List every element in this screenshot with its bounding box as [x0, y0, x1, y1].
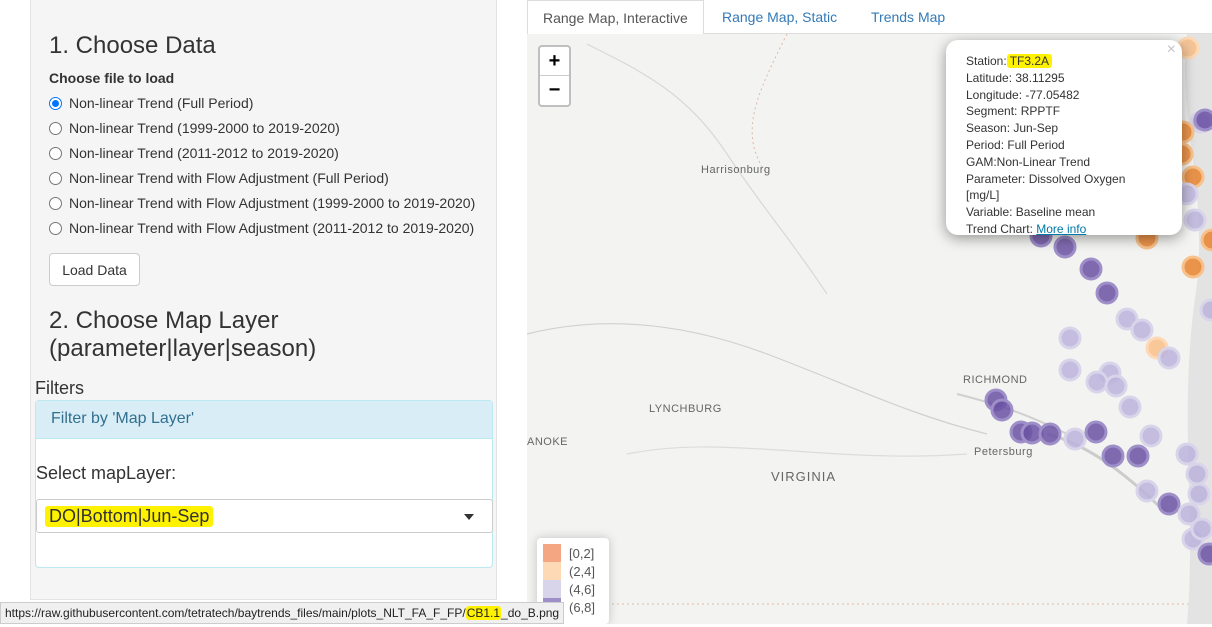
radio-button[interactable] — [49, 146, 62, 160]
close-icon[interactable]: × — [1167, 41, 1176, 59]
radio-button[interactable] — [49, 121, 62, 135]
station-marker[interactable] — [1157, 492, 1181, 516]
tab-range-map-interactive[interactable]: Range Map, Interactive — [527, 0, 704, 35]
radio-option-1[interactable]: Non-linear Trend (Full Period) — [49, 93, 253, 113]
station-marker[interactable] — [1181, 255, 1205, 279]
legend-label: (4,6] — [569, 581, 596, 597]
station-marker[interactable] — [1104, 374, 1128, 398]
station-marker[interactable] — [1183, 208, 1207, 232]
radio-label: Non-linear Trend (Full Period) — [69, 95, 254, 111]
step2-title-line1: 2. Choose Map Layer — [49, 307, 279, 334]
radio-option-5[interactable]: Non-linear Trend with Flow Adjustment (1… — [49, 193, 475, 213]
status-url-highlight: CB1.1 — [465, 606, 502, 620]
zoom-out-button[interactable]: − — [540, 76, 569, 105]
station-marker[interactable] — [1085, 370, 1109, 394]
popup-station-value: TF3.2A — [1006, 54, 1053, 68]
filters-title: Filters — [35, 378, 84, 398]
legend-label: [0,2] — [569, 545, 595, 561]
radio-option-6[interactable]: Non-linear Trend with Flow Adjustment (2… — [49, 218, 474, 238]
station-marker[interactable] — [1063, 427, 1087, 451]
station-marker[interactable] — [1135, 479, 1159, 503]
radio-label: Non-linear Trend with Flow Adjustment (F… — [69, 170, 389, 186]
status-url-prefix: https://raw.githubusercontent.com/tetrat… — [5, 606, 466, 620]
legend-swatch — [543, 580, 561, 598]
popup-station-label: Station: — [966, 54, 1007, 68]
tab-range-map-static[interactable]: Range Map, Static — [707, 0, 852, 34]
step2-title-line2: (parameter|layer|season) — [49, 335, 317, 362]
station-marker[interactable] — [1193, 108, 1212, 132]
maplayer-select[interactable]: DO|Bottom|Jun-Sep — [36, 499, 493, 533]
radio-label: Non-linear Trend with Flow Adjustment (1… — [69, 195, 476, 211]
radio-button[interactable] — [49, 96, 62, 110]
popup-gam: GAM:Non-Linear Trend — [966, 154, 1091, 169]
status-url-suffix: _do_B.png — [501, 606, 560, 620]
station-marker[interactable] — [1118, 395, 1142, 419]
station-popup: × Station: TF3.2A Latitude: 38.11295 Long… — [946, 40, 1182, 238]
station-marker[interactable] — [1197, 542, 1212, 566]
status-bar-url: https://raw.githubusercontent.com/tetrat… — [0, 602, 565, 624]
station-marker[interactable] — [1053, 235, 1077, 259]
radio-option-2[interactable]: Non-linear Trend (1999-2000 to 2019-2020… — [49, 118, 340, 138]
station-marker[interactable] — [1130, 318, 1154, 342]
select-value: DO|Bottom|Jun-Sep — [45, 505, 214, 527]
popup-station-row: Station: TF3.2A — [966, 53, 1162, 70]
popup-latitude: Latitude: 38.11295 — [966, 70, 1065, 85]
radio-label: Non-linear Trend with Flow Adjustment (2… — [69, 220, 475, 236]
station-marker[interactable] — [1095, 281, 1119, 305]
chevron-down-icon[interactable] — [464, 514, 474, 520]
radio-button[interactable] — [49, 196, 62, 210]
popup-longitude: Longitude: -77.05482 — [966, 87, 1080, 102]
popup-trend-chart-label: Trend Chart: — [966, 221, 1033, 236]
radio-button[interactable] — [49, 221, 62, 235]
station-marker[interactable] — [1175, 442, 1199, 466]
legend-item: (4,6] — [543, 580, 603, 598]
legend-label: (2,4] — [569, 563, 596, 579]
popup-variable: Variable: Baseline mean — [966, 205, 1096, 220]
station-marker[interactable] — [1200, 228, 1212, 252]
station-marker[interactable] — [1101, 444, 1125, 468]
load-data-button[interactable]: Load Data — [49, 253, 140, 286]
step1-title: 1. Choose Data — [49, 32, 216, 59]
legend-label: (6,8] — [569, 599, 596, 615]
popup-segment: Segment: RPPTF — [966, 104, 1061, 119]
station-marker[interactable] — [1157, 346, 1181, 370]
zoom-control: + − — [538, 45, 571, 107]
legend-swatch — [543, 562, 561, 580]
map-canvas[interactable]: Harrisonburg RICHMOND LYNCHBURG Petersbu… — [527, 34, 1212, 624]
filter-panel-title: Filter by 'Map Layer' — [36, 401, 492, 439]
tab-trends-map[interactable]: Trends Map — [856, 0, 960, 34]
popup-trend-chart-row: Trend Chart: More info — [966, 221, 1162, 238]
station-marker[interactable] — [990, 398, 1014, 422]
station-marker[interactable] — [1139, 424, 1163, 448]
radio-option-4[interactable]: Non-linear Trend with Flow Adjustment (F… — [49, 168, 389, 188]
legend-item: [0,2] — [543, 544, 603, 562]
station-marker[interactable] — [1185, 462, 1209, 486]
radio-label: Non-linear Trend (1999-2000 to 2019-2020… — [69, 120, 340, 136]
station-marker[interactable] — [1187, 482, 1211, 506]
popup-parameter: Parameter: Dissolved Oxygen [mg/L] — [966, 171, 1126, 203]
popup-period: Period: Full Period — [966, 137, 1065, 152]
zoom-in-button[interactable]: + — [540, 47, 569, 76]
radio-label: Non-linear Trend (2011-2012 to 2019-2020… — [69, 145, 339, 161]
radio-option-3[interactable]: Non-linear Trend (2011-2012 to 2019-2020… — [49, 143, 339, 163]
legend-swatch — [543, 544, 561, 562]
sidebar-panel: 1. Choose Data Choose file to load Non-l… — [30, 0, 497, 600]
station-marker[interactable] — [1126, 444, 1150, 468]
station-marker[interactable] — [1079, 257, 1103, 281]
file-label: Choose file to load — [49, 70, 175, 86]
more-info-link[interactable]: More info — [1036, 222, 1086, 236]
legend-item: (2,4] — [543, 562, 603, 580]
station-marker[interactable] — [1038, 422, 1062, 446]
station-marker[interactable] — [1058, 326, 1082, 350]
filter-panel: Filter by 'Map Layer' Select mapLayer: D… — [35, 400, 493, 568]
popup-season: Season: Jun-Sep — [966, 121, 1059, 136]
station-marker[interactable] — [1190, 517, 1212, 541]
station-marker[interactable] — [1058, 358, 1082, 382]
station-marker[interactable] — [1199, 298, 1212, 322]
radio-button[interactable] — [49, 171, 62, 185]
tab-bar: Range Map, Interactive Range Map, Static… — [527, 0, 1212, 35]
select-label: Select mapLayer: — [36, 463, 177, 483]
station-marker[interactable] — [1084, 420, 1108, 444]
